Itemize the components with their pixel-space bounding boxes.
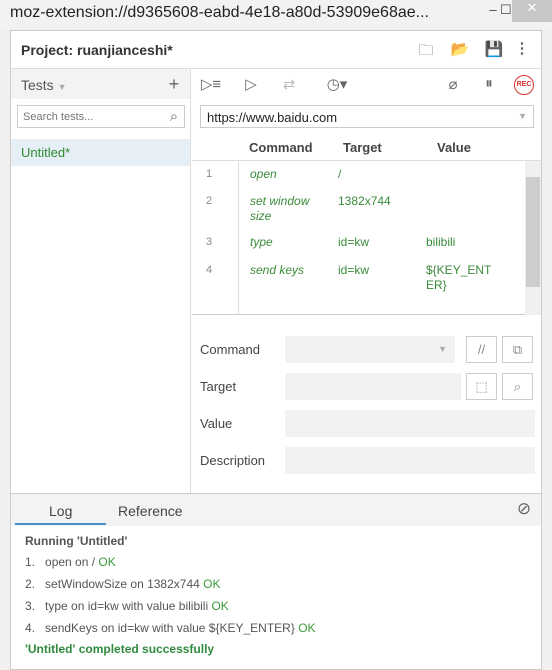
command-input[interactable]: ▼ — [285, 336, 455, 363]
search-icon: ⌕ — [169, 108, 179, 125]
command-table-header: Command Target Value — [192, 133, 541, 161]
header-target: Target — [343, 140, 382, 155]
test-item-untitled[interactable]: Untitled* — [11, 139, 190, 166]
maximize-button[interactable]: ☐ — [500, 2, 512, 24]
select-target-button[interactable]: ⬚ — [466, 373, 497, 400]
window-title: moz-extension://d9365608-eabd-4e18-a80d-… — [10, 4, 429, 21]
header-command: Command — [249, 140, 313, 155]
log-running: Running 'Untitled' — [25, 534, 128, 548]
run-test-icon[interactable]: ▷ — [240, 75, 262, 93]
step-icon[interactable]: ⇄ — [278, 75, 300, 93]
base-url-select[interactable]: https://www.baidu.com ▼ — [200, 105, 534, 128]
disable-breakpoints-icon[interactable]: ⌀ — [442, 75, 464, 93]
minimize-button[interactable]: – — [486, 2, 500, 24]
value-label: Value — [200, 416, 233, 431]
description-input[interactable] — [285, 447, 535, 474]
command-label: Command — [200, 342, 260, 357]
command-table: 1 open/ 2 set window size 1382x744 3 type id=… — [192, 161, 541, 315]
project-name: Project: ruanjianceshi* — [21, 42, 173, 58]
toolbar: ▷≡ ▷ ⇄ ◷▾ ⌀ ⏸ REC — [192, 69, 541, 99]
table-row[interactable]: 3 type id=kw bilibili — [192, 235, 522, 259]
log-line: 3. type on id=kw with value bilibili OK — [25, 599, 229, 613]
log-panel: Log Reference ⊘ Running 'Untitled' 1. op… — [11, 493, 541, 669]
record-icon[interactable]: REC — [514, 75, 534, 95]
log-line: 1. open on / OK — [25, 555, 116, 569]
table-row[interactable]: 4 send keys id=kw ${KEY_ENTER} — [192, 263, 522, 303]
project-header: Project: ruanjianceshi* 🗀 📂 💾 ⋮ — [11, 31, 541, 69]
tab-log[interactable]: Log — [49, 503, 72, 519]
command-editor: Command ▼ // ⧉ Target ⬚ ⌕ Value Descript… — [192, 315, 541, 493]
header-value: Value — [437, 140, 471, 155]
log-line: 2. setWindowSize on 1382x744 OK — [25, 577, 221, 591]
tab-reference[interactable]: Reference — [118, 503, 183, 519]
table-row[interactable]: 1 open / — [192, 167, 522, 191]
tests-dropdown[interactable]: Tests ▼ — [21, 77, 67, 93]
window-titlebar: moz-extension://d9365608-eabd-4e18-a80d-… — [0, 0, 552, 28]
new-project-icon[interactable]: 🗀 — [415, 40, 437, 65]
pause-icon[interactable]: ⏸ — [478, 75, 500, 92]
open-reference-button[interactable]: ⧉ — [502, 336, 533, 363]
table-row[interactable]: 2 set window size 1382x744 — [192, 194, 522, 234]
table-scrollbar[interactable] — [525, 161, 541, 315]
add-test-icon[interactable]: + — [163, 74, 185, 95]
target-label: Target — [200, 379, 237, 394]
close-button[interactable]: ✕ — [512, 0, 552, 22]
find-target-button[interactable]: ⌕ — [502, 373, 533, 400]
speed-icon[interactable]: ◷▾ — [320, 75, 354, 93]
search-tests-input[interactable] — [17, 105, 185, 128]
run-all-tests-icon[interactable]: ▷≡ — [200, 75, 222, 93]
open-project-icon[interactable]: 📂 — [449, 40, 471, 58]
log-line: 4. sendKeys on id=kw with value ${KEY_EN… — [25, 621, 316, 635]
selenium-ide-window: Project: ruanjianceshi* 🗀 📂 💾 ⋮ Tests ▼ … — [10, 30, 542, 670]
value-input[interactable] — [285, 410, 535, 437]
log-completed: 'Untitled' completed successfully — [25, 642, 215, 656]
editor-panel: ▷≡ ▷ ⇄ ◷▾ ⌀ ⏸ REC https://www.baidu.com ▼… — [192, 69, 541, 493]
clear-log-icon[interactable]: ⊘ — [513, 499, 535, 519]
description-label: Description — [200, 453, 266, 468]
more-options-icon[interactable]: ⋮ — [511, 39, 533, 57]
tests-panel: Tests ▼ + ⌕ Untitled* — [11, 69, 191, 493]
save-project-icon[interactable]: 💾 — [483, 40, 505, 58]
comment-button[interactable]: // — [466, 336, 497, 363]
target-input[interactable] — [285, 373, 461, 400]
